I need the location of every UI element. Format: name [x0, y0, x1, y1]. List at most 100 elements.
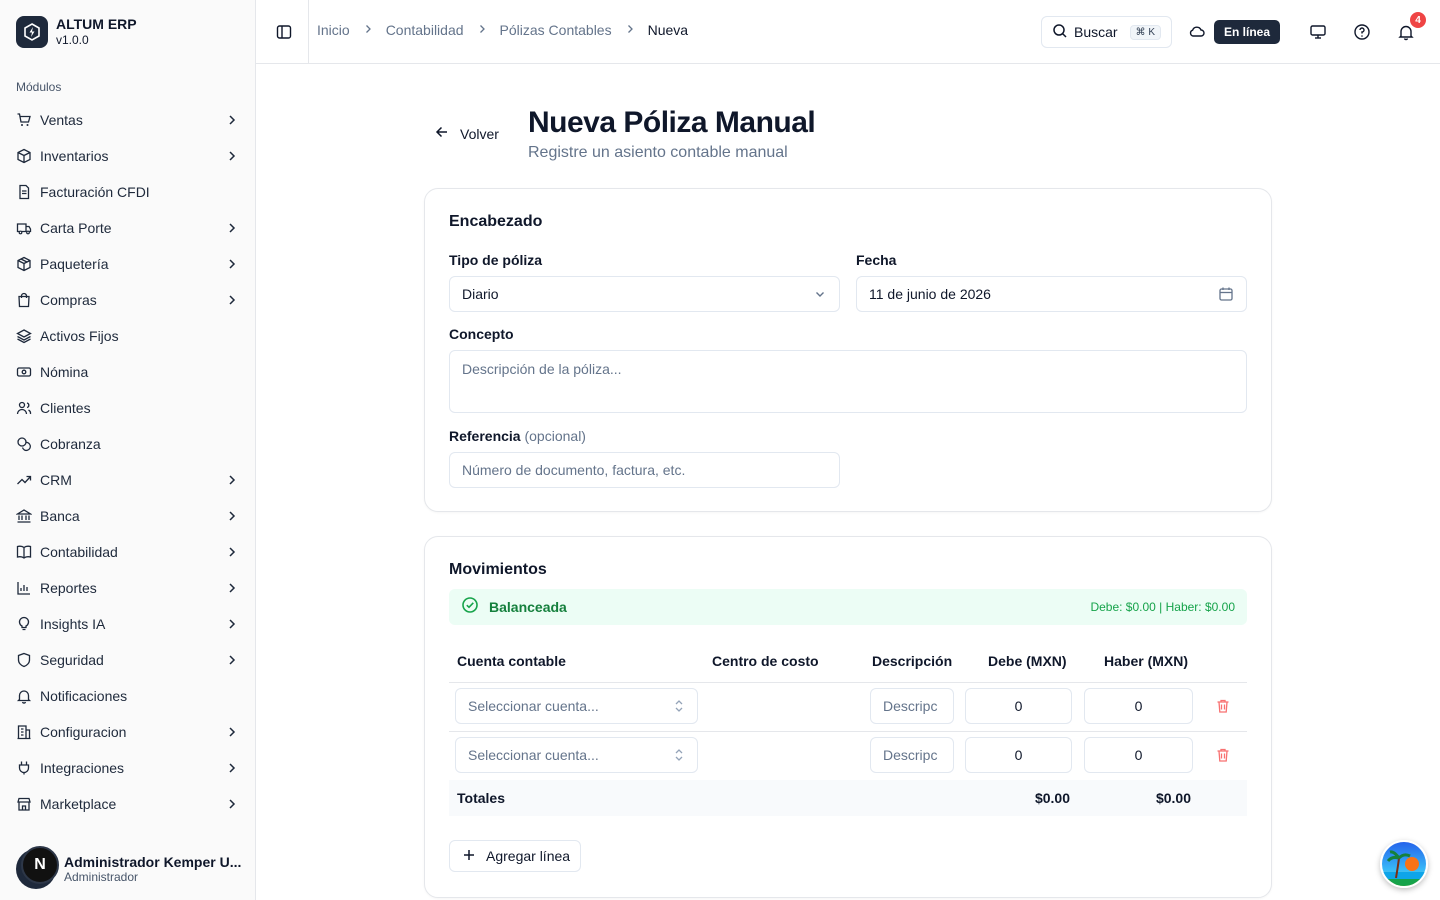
cart-icon: [16, 112, 32, 128]
haber-input[interactable]: 0: [1084, 737, 1193, 773]
chevron-right-icon: [224, 148, 240, 164]
avatar-initial: N: [21, 846, 59, 884]
sidebar-item-carta-porte[interactable]: Carta Porte: [8, 210, 248, 246]
truck-icon: [16, 220, 32, 236]
fecha-label: Fecha: [856, 252, 897, 268]
sidebar-item-label: Cobranza: [40, 436, 101, 452]
add-line-button[interactable]: Agregar línea: [449, 840, 582, 872]
calendar-icon: [1218, 286, 1234, 302]
chevron-right-icon: [624, 22, 636, 38]
trash-icon[interactable]: [1215, 747, 1231, 763]
balance-status-bar: Balanceada Debe: $0.00 | Haber: $0.00: [449, 589, 1247, 625]
description-input[interactable]: Descripc: [870, 688, 954, 724]
app-version: v1.0.0: [56, 33, 89, 47]
search-icon: [1052, 23, 1068, 42]
sidebar-item-activos-fijos[interactable]: Activos Fijos: [8, 318, 248, 354]
sidebar-item-reportes[interactable]: Reportes: [8, 570, 248, 606]
chevrons-up-down-icon: [673, 699, 685, 713]
account-select[interactable]: Seleccionar cuenta...: [455, 688, 698, 724]
sidebar-item-cobranza[interactable]: Cobranza: [8, 426, 248, 462]
sidebar-item-label: Compras: [40, 292, 97, 308]
sidebar-item-banca[interactable]: Banca: [8, 498, 248, 534]
altum-logo-icon: [16, 16, 48, 48]
account-select[interactable]: Seleccionar cuenta...: [455, 737, 698, 773]
concepto-textarea[interactable]: Descripción de la póliza...: [449, 350, 1247, 413]
tipo-poliza-select[interactable]: Diario: [449, 276, 840, 312]
trending-up-icon: [16, 472, 32, 488]
sidebar-item-crm[interactable]: CRM: [8, 462, 248, 498]
app-name: ALTUM ERP: [56, 16, 137, 32]
haber-input[interactable]: 0: [1084, 688, 1193, 724]
debe-input[interactable]: 0: [965, 737, 1072, 773]
referencia-input[interactable]: Número de documento, factura, etc.: [449, 452, 840, 488]
sidebar-item-inventarios[interactable]: Inventarios: [8, 138, 248, 174]
chevron-right-icon: [224, 580, 240, 596]
col-centro: Centro de costo: [712, 653, 819, 669]
users-icon: [16, 400, 32, 416]
sidebar-item-paquetería[interactable]: Paquetería: [8, 246, 248, 282]
lightbulb-icon: [16, 616, 32, 632]
user-profile[interactable]: N Administrador Kemper U... Administrado…: [0, 838, 255, 900]
sidebar-item-configuracion[interactable]: Configuracion: [8, 714, 248, 750]
monitor-icon[interactable]: [1308, 22, 1328, 42]
breadcrumb-contabilidad[interactable]: Contabilidad: [386, 22, 464, 38]
debe-input[interactable]: 0: [965, 688, 1072, 724]
user-name: Administrador Kemper U...: [64, 854, 242, 870]
col-descripcion: Descripción: [872, 653, 953, 669]
chevron-right-icon: [362, 22, 374, 38]
sidebar-item-label: Insights IA: [40, 616, 106, 632]
trash-icon[interactable]: [1215, 698, 1231, 714]
header-divider: [308, 0, 309, 63]
sidebar-item-ventas[interactable]: Ventas: [8, 102, 248, 138]
sidebar-item-nómina[interactable]: Nómina: [8, 354, 248, 390]
sidebar-item-label: Configuracion: [40, 724, 127, 740]
brand[interactable]: ALTUM ERP v1.0.0: [16, 16, 137, 48]
box-icon: [16, 148, 32, 164]
breadcrumb: Inicio Contabilidad Pólizas Contables Nu…: [317, 22, 688, 38]
assistant-beach-icon[interactable]: [1380, 840, 1428, 888]
arrow-left-icon: [434, 124, 450, 143]
fecha-date-picker[interactable]: 11 de junio de 2026: [856, 276, 1247, 312]
sidebar-item-label: Integraciones: [40, 760, 125, 776]
chevron-right-icon: [224, 616, 240, 632]
sidebar-item-contabilidad[interactable]: Contabilidad: [8, 534, 248, 570]
back-label: Volver: [460, 125, 499, 142]
breadcrumb-polizas[interactable]: Pólizas Contables: [500, 22, 612, 38]
back-button[interactable]: Volver: [434, 124, 499, 143]
sidebar-toggle-icon[interactable]: [272, 20, 296, 44]
search-shortcut: ⌘ K: [1129, 24, 1161, 40]
page-title: Nueva Póliza Manual: [528, 106, 816, 139]
chevron-right-icon: [476, 22, 488, 38]
user-role: Administrador: [64, 870, 139, 884]
sidebar-item-notificaciones[interactable]: Notificaciones: [8, 678, 248, 714]
sidebar-item-compras[interactable]: Compras: [8, 282, 248, 318]
banknote-icon: [16, 364, 32, 380]
optional-hint: (opcional): [524, 428, 586, 444]
account-placeholder: Seleccionar cuenta...: [468, 747, 599, 763]
chevron-right-icon: [224, 256, 240, 272]
coins-icon: [16, 436, 32, 452]
help-icon[interactable]: [1352, 22, 1372, 42]
sidebar-item-integraciones[interactable]: Integraciones: [8, 750, 248, 786]
col-cuenta: Cuenta contable: [457, 653, 566, 669]
search-button[interactable]: Buscar ⌘ K: [1041, 16, 1172, 48]
sidebar-item-seguridad[interactable]: Seguridad: [8, 642, 248, 678]
fecha-value: 11 de junio de 2026: [869, 286, 991, 302]
col-debe: Debe (MXN): [988, 653, 1067, 669]
plug-icon: [16, 760, 32, 776]
sidebar-item-clientes[interactable]: Clientes: [8, 390, 248, 426]
sidebar-item-marketplace[interactable]: Marketplace: [8, 786, 248, 822]
breadcrumb-inicio[interactable]: Inicio: [317, 22, 350, 38]
building-icon: [16, 724, 32, 740]
description-input[interactable]: Descripc: [870, 737, 954, 773]
sidebar-item-personalizar[interactable]: Personalizar: [8, 822, 248, 832]
sidebar-item-insights-ia[interactable]: Insights IA: [8, 606, 248, 642]
concepto-label: Concepto: [449, 326, 514, 342]
sidebar-item-facturación-cfdi[interactable]: Facturación CFDI: [8, 174, 248, 210]
chevron-right-icon: [224, 508, 240, 524]
description-placeholder: Descripc: [883, 747, 938, 763]
sidebar-item-label: Banca: [40, 508, 80, 524]
chevron-right-icon: [224, 760, 240, 776]
sidebar-nav: Ventas Inventarios Facturación CFDI Carta P…: [8, 102, 248, 832]
sidebar-item-label: Clientes: [40, 400, 91, 416]
